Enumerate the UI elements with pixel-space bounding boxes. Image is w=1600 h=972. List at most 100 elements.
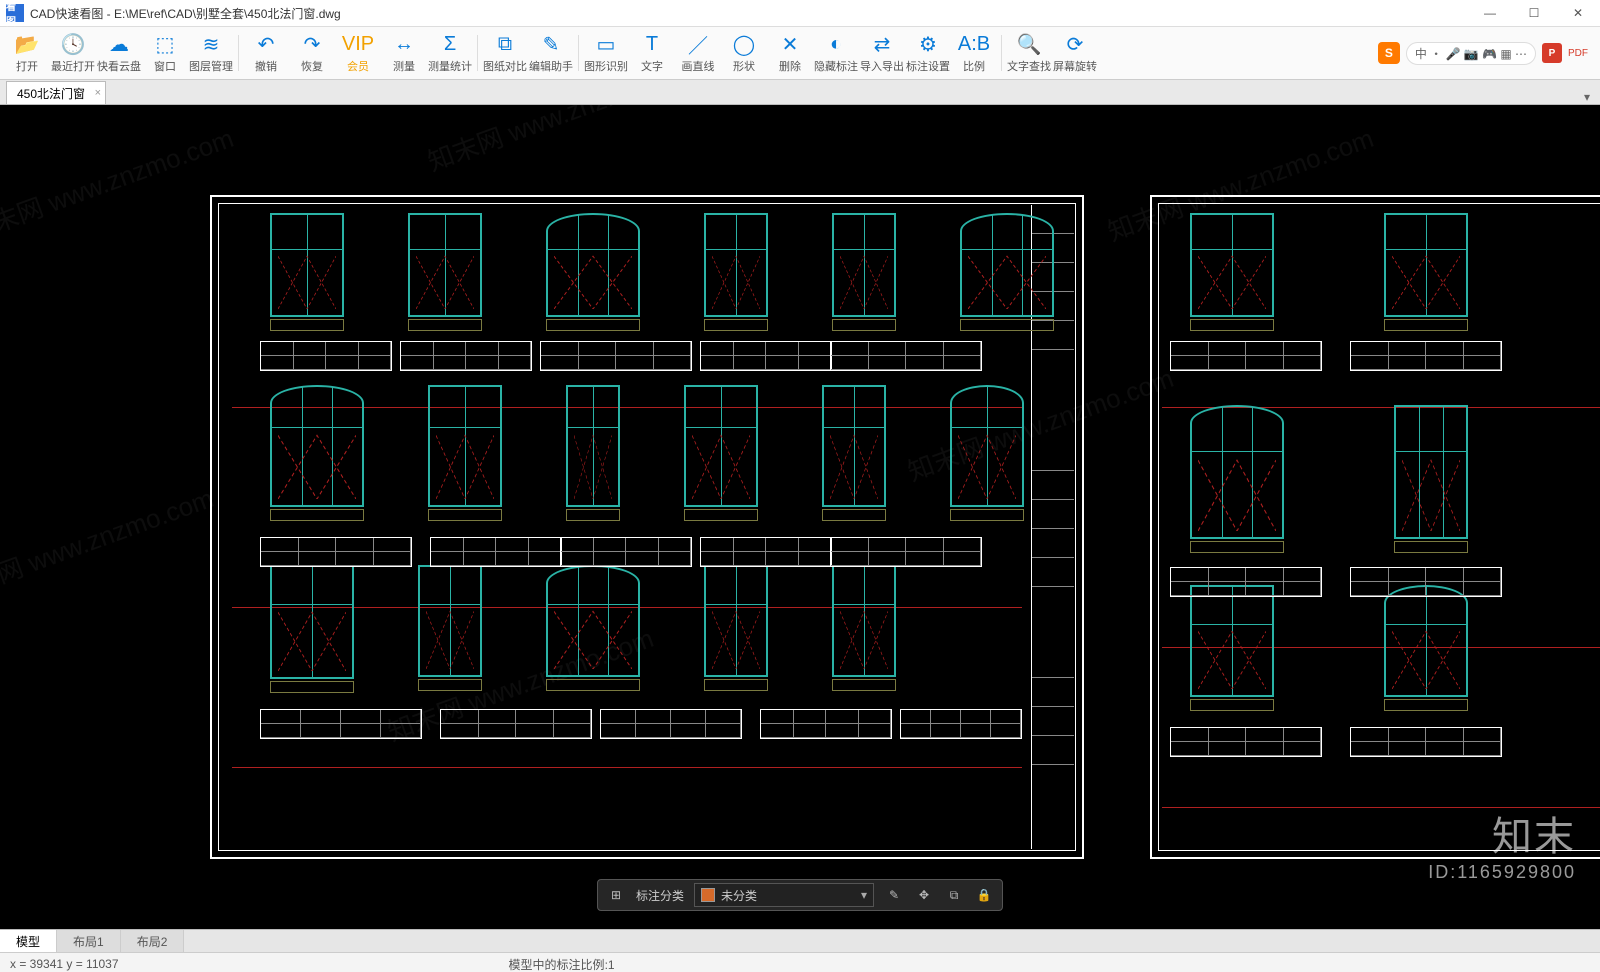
maximize-button[interactable]: ☐ xyxy=(1512,0,1556,26)
toolbar-最近打开[interactable]: 🕓最近打开 xyxy=(50,29,96,77)
window-elevation xyxy=(546,565,640,693)
toolbar-icon: ⟳ xyxy=(1067,32,1084,56)
elevation-row xyxy=(1190,213,1468,331)
window-elevation xyxy=(832,565,896,693)
toolbar-打开[interactable]: 📂打开 xyxy=(4,29,50,77)
window-schedule xyxy=(600,709,742,739)
tabstrip-menu-icon[interactable]: ▾ xyxy=(1574,90,1600,104)
toolbar-icon: ☁ xyxy=(109,32,129,56)
main-toolbar: 📂打开🕓最近打开 ☁ 快看云盘⬚窗口≋图层管理↶撤销 ↷ 恢复 VIP会员↔测量Σ测量统计… xyxy=(0,27,1600,80)
annotation-floatbar[interactable]: ⊞ 标注分类 未分类 ✎ ✥ ⧉ 🔒 xyxy=(597,879,1003,911)
watermark: 知末网 www.znzmo.com xyxy=(0,478,218,609)
window-elevation xyxy=(1394,405,1468,553)
window-elevation xyxy=(270,565,354,693)
pdf-label: PDF xyxy=(1568,48,1588,59)
toolbar-icon: ✕ xyxy=(782,32,799,56)
scale-readout: 模型中的标注比例:1 xyxy=(509,956,615,972)
toolbar-label: 恢复 xyxy=(301,58,323,74)
toolbar-文字[interactable]: T 文字 xyxy=(629,29,675,77)
window-schedule xyxy=(1350,727,1502,757)
toolbar-label: 文字 xyxy=(641,58,663,74)
grid-icon[interactable]: ⊞ xyxy=(606,888,626,902)
minimize-button[interactable]: — xyxy=(1468,0,1512,26)
toolbar-编辑助手[interactable]: ✎ 编辑助手 xyxy=(528,29,574,77)
titlebar: 看图 CAD快速看图 - E:\ME\ref\CAD\别墅全套\450北法门窗.… xyxy=(0,0,1600,27)
toolbar-label: 快看云盘 xyxy=(97,58,141,74)
layout-tab-模型[interactable]: 模型 xyxy=(0,930,57,952)
toolbar-标注设置[interactable]: ⚙标注设置 xyxy=(905,29,951,77)
category-label: 标注分类 xyxy=(636,887,684,904)
window-elevation xyxy=(1190,213,1274,331)
toolbar-隐藏标注[interactable]: ◐ 隐藏标注 xyxy=(813,29,859,77)
close-button[interactable]: ✕ xyxy=(1556,0,1600,26)
window-elevation xyxy=(546,213,640,331)
toolbar-测量[interactable]: ↔测量 xyxy=(381,29,427,77)
layout-tab-布局2[interactable]: 布局2 xyxy=(121,930,185,952)
window-elevation xyxy=(418,565,482,693)
category-select-value: 未分类 xyxy=(721,887,757,904)
toolbar-屏幕旋转[interactable]: ⟳屏幕旋转 xyxy=(1052,29,1098,77)
app-icon: 看图 xyxy=(6,4,24,22)
toolbar-快看云盘[interactable]: ☁ 快看云盘 xyxy=(96,29,142,77)
toolbar-导入导出[interactable]: ⇄导入导出 xyxy=(859,29,905,77)
layout-tab-布局1[interactable]: 布局1 xyxy=(57,930,121,952)
toolbar-窗口[interactable]: ⬚窗口 xyxy=(142,29,188,77)
window-schedule xyxy=(1350,567,1502,597)
toolbar-label: 隐藏标注 xyxy=(814,58,858,74)
toolbar-icon: ↷ xyxy=(304,32,321,56)
toolbar-icon: VIP xyxy=(342,32,374,56)
ime-icon[interactable]: S xyxy=(1378,42,1400,64)
status-bar: x = 39341 y = 11037 模型中的标注比例:1 xyxy=(0,952,1600,972)
ime-chip[interactable]: 中 ・ 🎤 📷 🎮 ▦ ⋯ xyxy=(1406,42,1536,65)
toolbar-icon: ≋ xyxy=(203,32,220,56)
toolbar-icon: ／ xyxy=(688,32,708,56)
toolbar-文字查找[interactable]: 🔍文字查找 xyxy=(1006,29,1052,77)
toolbar-label: 编辑助手 xyxy=(529,58,573,74)
window-elevation xyxy=(950,385,1024,521)
toolbar-比例[interactable]: A:B比例 xyxy=(951,29,997,77)
category-swatch xyxy=(701,888,715,902)
toolbar-icon: ✎ xyxy=(543,32,560,56)
document-tab[interactable]: 450北法门窗 × xyxy=(6,81,106,104)
elevation-row xyxy=(1190,405,1468,553)
drawing-canvas[interactable]: 知末网 www.znzmo.com 知末网 www.znzmo.com 知末网 … xyxy=(0,105,1600,929)
window-schedule xyxy=(400,341,532,371)
toolbar-形状[interactable]: ◯形状 xyxy=(721,29,767,77)
toolbar-图形识别[interactable]: ▭图形识别 xyxy=(583,29,629,77)
edit-icon[interactable]: ✎ xyxy=(884,888,904,902)
window-elevation xyxy=(408,213,482,331)
document-tabstrip: 450北法门窗 × ▾ xyxy=(0,80,1600,105)
window-elevation xyxy=(822,385,886,521)
toolbar-icon: ↔ xyxy=(394,32,414,56)
pdf-button[interactable]: P xyxy=(1542,43,1562,63)
window-schedule xyxy=(700,537,832,567)
elevation-row xyxy=(270,565,896,693)
toolbar-icon: ⇄ xyxy=(874,32,891,56)
lock-icon[interactable]: 🔒 xyxy=(974,888,994,902)
toolbar-icon: ⚙ xyxy=(919,32,937,56)
toolbar-撤销[interactable]: ↶撤销 xyxy=(243,29,289,77)
window-elevation xyxy=(1190,405,1284,553)
toolbar-会员[interactable]: VIP会员 xyxy=(335,29,381,77)
window-schedule xyxy=(430,537,562,567)
window-elevation xyxy=(832,213,896,331)
toolbar-删除[interactable]: ✕删除 xyxy=(767,29,813,77)
toolbar-图纸对比[interactable]: ⧉图纸对比 xyxy=(482,29,528,77)
toolbar-icon: T xyxy=(646,32,658,56)
toolbar-恢复[interactable]: ↷ 恢复 xyxy=(289,29,335,77)
toolbar-测量统计[interactable]: Σ测量统计 xyxy=(427,29,473,77)
toolbar-画直线[interactable]: ／画直线 xyxy=(675,29,721,77)
move-icon[interactable]: ✥ xyxy=(914,888,934,902)
category-select[interactable]: 未分类 xyxy=(694,883,874,907)
window-schedule xyxy=(900,709,1022,739)
toolbar-图层管理[interactable]: ≋图层管理 xyxy=(188,29,234,77)
window-elevation xyxy=(428,385,502,521)
document-tab-label: 450北法门窗 xyxy=(17,85,85,102)
toolbar-icon: ↶ xyxy=(258,32,275,56)
window-elevation xyxy=(1384,585,1468,711)
window-title: CAD快速看图 - E:\ME\ref\CAD\别墅全套\450北法门窗.dwg xyxy=(30,5,1468,22)
window-elevation xyxy=(1384,213,1468,331)
toolbar-icon: ◐ xyxy=(830,32,842,56)
close-tab-icon[interactable]: × xyxy=(95,87,101,99)
copy-icon[interactable]: ⧉ xyxy=(944,888,964,903)
